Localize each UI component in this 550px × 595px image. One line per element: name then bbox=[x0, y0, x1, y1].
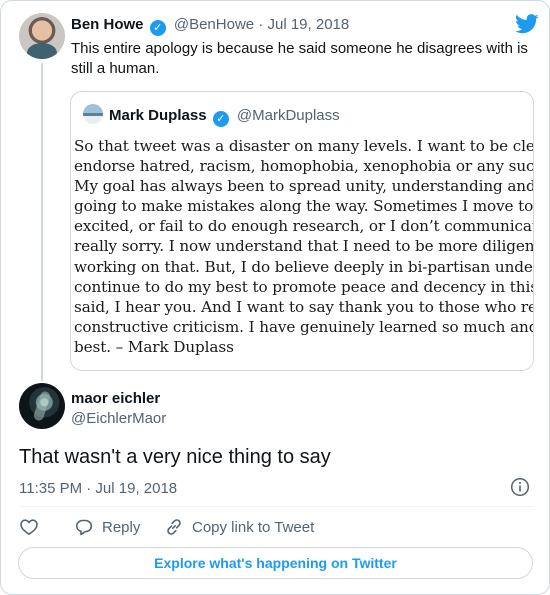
reply-tweet-text: That wasn't a very nice thing to say bbox=[19, 446, 331, 468]
statement-line: working on that. But, I do believe deepl… bbox=[74, 257, 533, 276]
separator: · bbox=[258, 16, 264, 33]
author-handle[interactable]: @BenHowe bbox=[174, 16, 254, 33]
divider bbox=[19, 506, 534, 507]
verified-badge-icon: ✓ bbox=[149, 20, 166, 36]
thread-connector-line bbox=[41, 63, 43, 381]
parent-tweet-header: Ben Howe ✓ @BenHowe · Jul 19, 2018 bbox=[71, 15, 349, 36]
quoted-author-name: Mark Duplass bbox=[109, 107, 207, 124]
statement-line: going to make mistakes along the way. So… bbox=[74, 197, 533, 216]
author-handle[interactable]: @EichlerMaor bbox=[71, 409, 166, 429]
parent-tweet-text: This entire apology is because he said s… bbox=[71, 40, 528, 77]
statement-line: excited, or fail to do enough research, … bbox=[74, 217, 533, 236]
reply-bubble-icon bbox=[75, 519, 93, 536]
quoted-tweet[interactable]: Mark Duplass ✓ @MarkDuplass So that twee… bbox=[70, 91, 534, 371]
statement-line: endorse hatred, racism, homophobia, xeno… bbox=[74, 157, 533, 176]
link-icon bbox=[167, 519, 181, 535]
copy-link-label: Copy link to Tweet bbox=[192, 518, 315, 536]
like-button[interactable] bbox=[19, 514, 47, 540]
heart-icon bbox=[20, 519, 38, 535]
avatar[interactable] bbox=[19, 383, 65, 429]
embedded-tweet-card: Ben Howe ✓ @BenHowe · Jul 19, 2018 This … bbox=[0, 0, 550, 595]
statement-line: constructive criticism. I have genuinely… bbox=[74, 317, 533, 336]
apology-statement-image[interactable]: So that tweet was a disaster on many lev… bbox=[72, 136, 533, 370]
author-name[interactable]: Ben Howe bbox=[71, 16, 144, 33]
reply-label: Reply bbox=[102, 518, 141, 536]
verified-badge-icon: ✓ bbox=[212, 111, 229, 127]
statement-line: So that tweet was a disaster on many lev… bbox=[74, 137, 533, 155]
author-name[interactable]: maor eichler bbox=[71, 389, 160, 409]
avatar bbox=[83, 104, 103, 124]
copy-link-button[interactable]: Copy link to Tweet bbox=[164, 514, 314, 540]
explore-twitter-button[interactable]: Explore what's happening on Twitter bbox=[18, 547, 533, 579]
statement-line: really sorry. I now understand that I ne… bbox=[74, 237, 533, 256]
info-icon[interactable] bbox=[510, 477, 530, 497]
statement-line: said, I hear you. And I want to say than… bbox=[74, 297, 533, 316]
statement-line: best. – Mark Duplass bbox=[74, 337, 234, 356]
statement-line: My goal has always been to spread unity,… bbox=[74, 177, 533, 196]
quoted-author-handle: @MarkDuplass bbox=[236, 107, 340, 124]
quoted-tweet-header: Mark Duplass ✓ @MarkDuplass bbox=[83, 104, 340, 127]
statement-line: continue to do my best to promote peace … bbox=[74, 277, 533, 296]
reply-button[interactable]: Reply bbox=[74, 514, 140, 540]
tweet-date[interactable]: Jul 19, 2018 bbox=[267, 16, 349, 33]
tweet-timestamp[interactable]: 11:35 PM · Jul 19, 2018 bbox=[19, 479, 177, 499]
avatar[interactable] bbox=[19, 13, 65, 59]
twitter-bird-icon[interactable] bbox=[515, 13, 539, 35]
